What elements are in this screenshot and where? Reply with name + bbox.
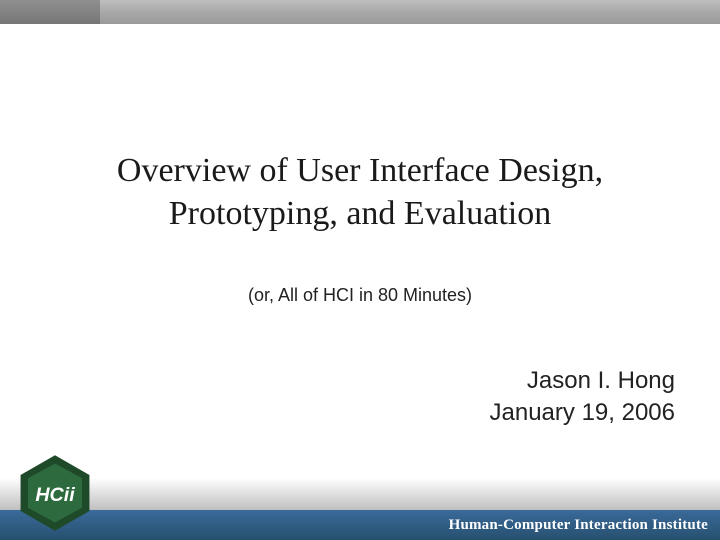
presentation-date: January 19, 2006: [490, 397, 675, 429]
slide-subtitle: (or, All of HCI in 80 Minutes): [0, 285, 720, 306]
top-bar: [0, 0, 720, 24]
footer-bar: Human-Computer Interaction Institute: [0, 510, 720, 540]
slide-title: Overview of User Interface Design, Proto…: [0, 150, 720, 235]
author-name: Jason I. Hong: [490, 365, 675, 397]
footer-gradient: [0, 478, 720, 510]
title-line-2: Prototyping, and Evaluation: [169, 195, 551, 232]
title-line-1: Overview of User Interface Design,: [117, 152, 603, 189]
hcii-logo-icon: HCii: [14, 452, 96, 534]
top-bar-accent-block: [0, 0, 100, 24]
logo-text: HCii: [35, 484, 75, 506]
footer: Human-Computer Interaction Institute HCi…: [0, 478, 720, 540]
author-block: Jason I. Hong January 19, 2006: [490, 365, 675, 430]
footer-institute-text: Human-Computer Interaction Institute: [449, 517, 708, 534]
